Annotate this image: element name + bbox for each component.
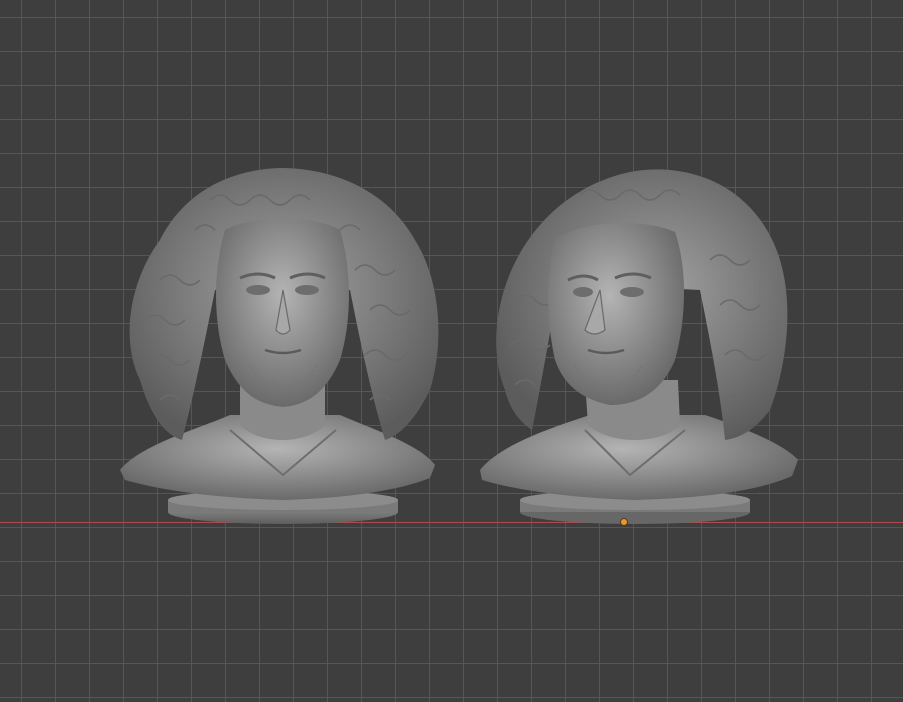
bust-front[interactable]	[100, 160, 460, 530]
origin-point[interactable]	[620, 518, 628, 526]
bust-three-quarter[interactable]	[470, 160, 810, 530]
3d-viewport[interactable]	[0, 0, 903, 702]
face	[548, 222, 685, 405]
